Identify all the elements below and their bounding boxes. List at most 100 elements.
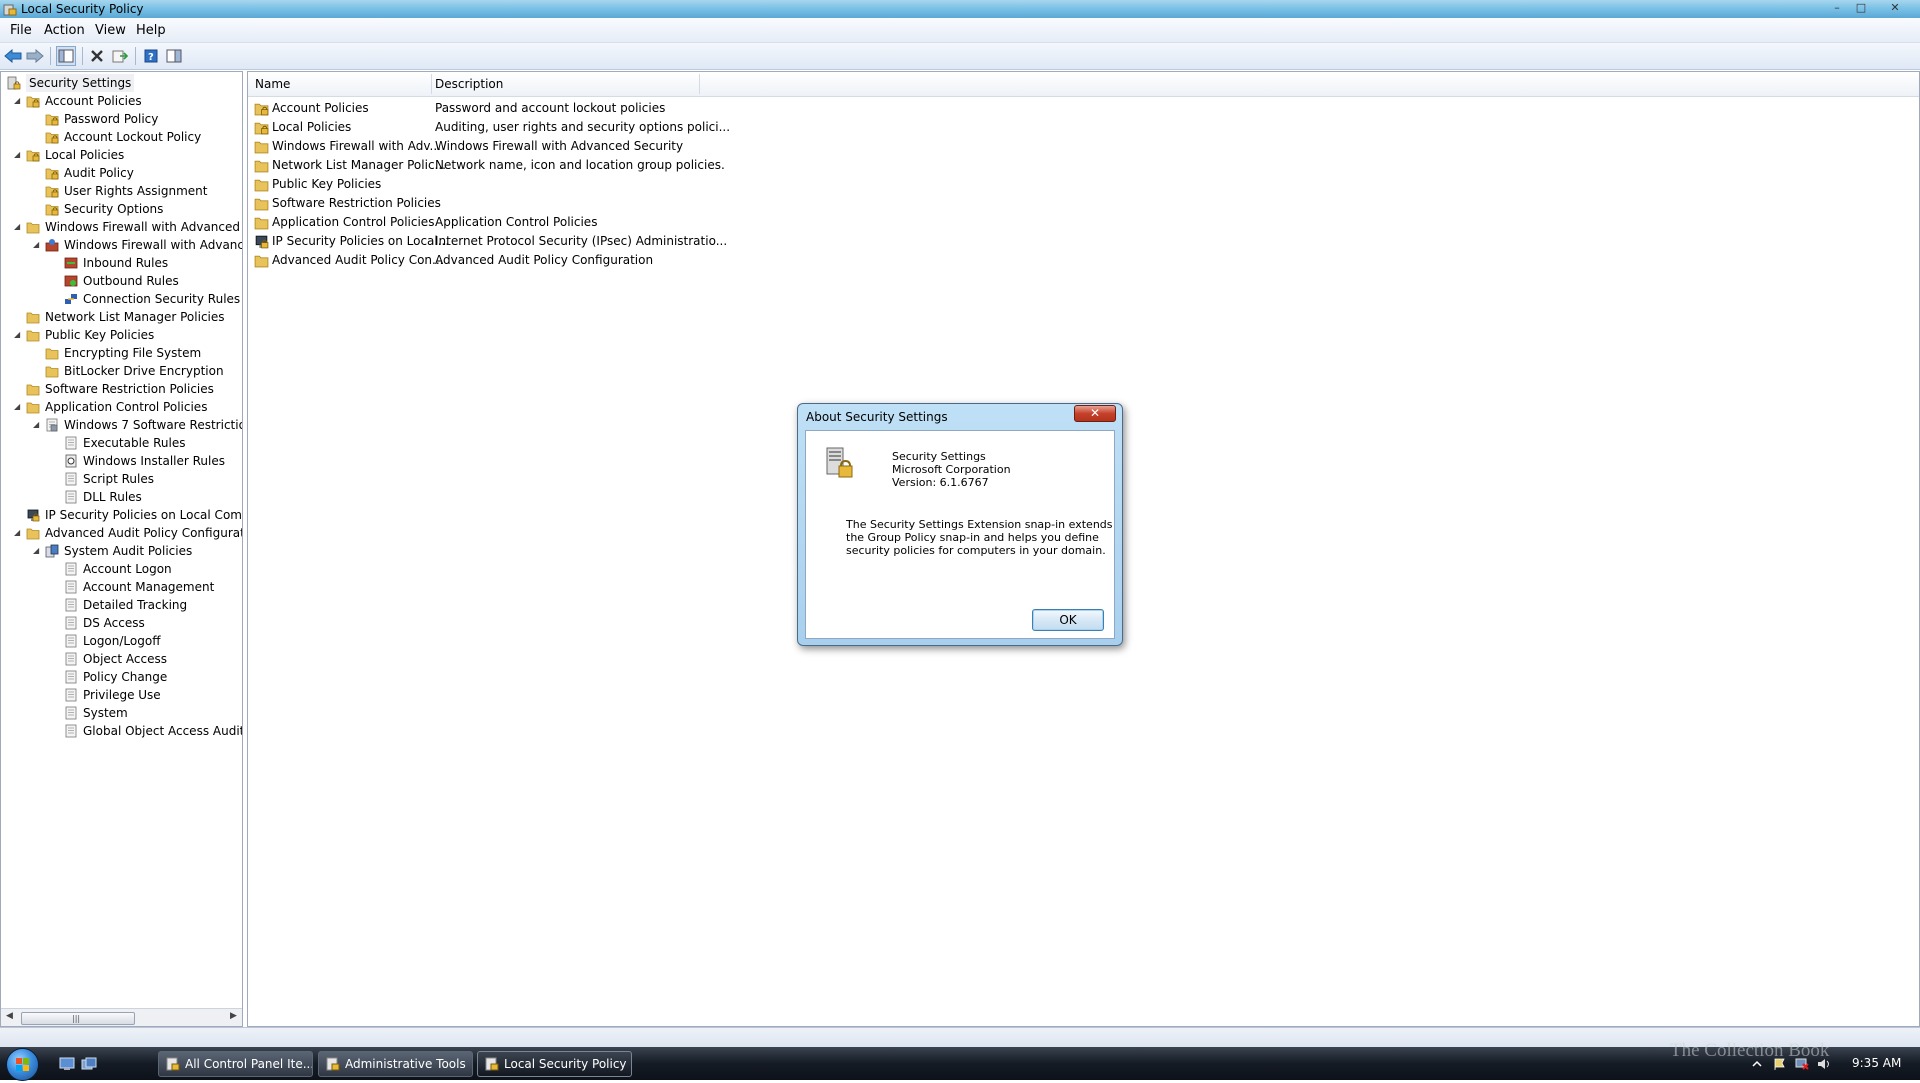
- audit-category-icon: [65, 706, 77, 720]
- tree-item-label: Windows Firewall with Advanced Secu: [45, 220, 242, 234]
- dialog-close-button[interactable]: ✕: [1074, 405, 1116, 422]
- expand-arrow-icon[interactable]: ◢: [14, 146, 20, 164]
- menu-help[interactable]: Help: [136, 23, 166, 38]
- audit-policies-icon: [45, 544, 59, 558]
- dialog-product-name: Security Settings: [892, 450, 986, 463]
- show-desktop-icon[interactable]: [59, 1057, 75, 1070]
- expand-arrow-icon[interactable]: ◢: [14, 218, 20, 236]
- control-panel-icon: [166, 1057, 180, 1071]
- folder-icon: [26, 330, 40, 342]
- tree-horizontal-scrollbar[interactable]: ◀ ||| ▶: [1, 1008, 242, 1026]
- scroll-right-arrow-icon[interactable]: ▶: [230, 1011, 237, 1021]
- about-dialog: About Security Settings ✕ Security Setti…: [797, 403, 1123, 646]
- tree-item-label: Network List Manager Policies: [45, 310, 225, 324]
- tree-item-label: Software Restriction Policies: [45, 382, 214, 396]
- expand-arrow-icon[interactable]: ◢: [33, 416, 39, 434]
- audit-category-icon: [65, 562, 77, 576]
- audit-category-icon: [65, 724, 77, 738]
- menu-file[interactable]: File: [10, 23, 32, 38]
- taskbar-button-label: All Control Panel Ite...: [185, 1057, 313, 1071]
- menu-bar: File Action View Help: [0, 18, 1920, 43]
- close-window-button[interactable]: ✕: [1884, 1, 1906, 15]
- expand-arrow-icon[interactable]: ◢: [33, 236, 39, 254]
- folder-lock-icon: [45, 132, 59, 144]
- folder-lock-icon: [26, 150, 40, 162]
- tree-item-label: DS Access: [83, 616, 145, 630]
- list-item[interactable]: Advanced Audit Policy Con... Advanced Aud…: [248, 251, 1919, 270]
- list-item-name: Local Policies: [272, 120, 352, 134]
- connection-security-icon: [65, 294, 77, 304]
- tree-item-label: Account Logon: [83, 562, 172, 576]
- list-item[interactable]: Software Restriction Policies: [248, 194, 1919, 213]
- window-title-bar[interactable]: Local Security Policy – □ ✕: [0, 0, 1920, 18]
- column-header-name[interactable]: Name: [255, 77, 290, 91]
- minimize-button[interactable]: –: [1826, 1, 1848, 15]
- tree-item-label: Detailed Tracking: [83, 598, 188, 612]
- outbound-rules-icon: [64, 275, 78, 287]
- folder-icon: [26, 312, 40, 324]
- menu-view[interactable]: View: [95, 23, 126, 38]
- show-hide-action-pane-icon[interactable]: [164, 46, 184, 66]
- tree-item-label: Account Management: [83, 580, 215, 594]
- svg-text:?: ?: [148, 52, 154, 63]
- maximize-button[interactable]: □: [1850, 1, 1872, 15]
- system-clock[interactable]: 9:35 AM: [1852, 1056, 1901, 1070]
- tree-item-label: Advanced Audit Policy Configuration: [45, 526, 243, 540]
- expand-arrow-icon[interactable]: ◢: [14, 92, 20, 110]
- audit-category-icon: [65, 598, 77, 612]
- list-item[interactable]: Local Policies Auditing, user rights and …: [248, 118, 1919, 137]
- tree-item-label: Inbound Rules: [83, 256, 169, 270]
- back-arrow-icon[interactable]: [3, 46, 23, 66]
- dialog-description-line-2: the Group Policy snap-in and helps you d…: [846, 531, 1099, 544]
- folder-icon: [254, 198, 269, 211]
- list-item[interactable]: Application Control Policies Application …: [248, 213, 1919, 232]
- expand-arrow-icon[interactable]: ◢: [14, 524, 20, 542]
- export-list-icon[interactable]: [110, 46, 130, 66]
- expand-arrow-icon[interactable]: ◢: [33, 542, 39, 560]
- menu-action[interactable]: Action: [44, 23, 85, 38]
- show-hide-tree-icon[interactable]: [56, 46, 76, 66]
- ok-button[interactable]: OK: [1032, 609, 1104, 631]
- security-settings-icon: [7, 76, 21, 90]
- switch-windows-icon[interactable]: [81, 1057, 97, 1070]
- admin-tools-icon: [326, 1057, 340, 1071]
- tree-item-label: Encrypting File System: [64, 346, 202, 360]
- expand-arrow-icon[interactable]: ◢: [14, 326, 20, 344]
- taskbar-button[interactable]: Local Security Policy: [477, 1051, 632, 1077]
- tree-item-label: System: [83, 706, 128, 720]
- list-item-name: Public Key Policies: [272, 177, 382, 191]
- folder-icon: [26, 528, 40, 540]
- list-item[interactable]: Windows Firewall with Adv... Windows Fire…: [248, 137, 1919, 156]
- scroll-left-arrow-icon[interactable]: ◀: [6, 1011, 13, 1021]
- taskbar-button[interactable]: All Control Panel Ite...: [158, 1051, 313, 1077]
- tree-item-label: Windows Installer Rules: [83, 454, 226, 468]
- console-tree[interactable]: Security Settings ◢ Account Policies Passwo…: [0, 71, 243, 1027]
- list-item[interactable]: Account Policies Password and account loc…: [248, 99, 1919, 118]
- start-button[interactable]: [6, 1048, 39, 1081]
- tree-item-label: Security Options: [64, 202, 164, 216]
- rules-icon: [65, 490, 77, 504]
- taskbar-button[interactable]: Administrative Tools: [318, 1051, 473, 1077]
- column-header-description[interactable]: Description: [435, 77, 503, 91]
- audit-category-icon: [65, 670, 77, 684]
- tree-item-label: Windows Firewall with Advanced: [64, 238, 243, 252]
- list-item[interactable]: Public Key Policies: [248, 175, 1919, 194]
- audit-category-icon: [65, 580, 77, 594]
- dialog-version: Version: 6.1.6767: [892, 476, 989, 489]
- help-icon[interactable]: ?: [141, 46, 161, 66]
- forward-arrow-icon[interactable]: [25, 46, 45, 66]
- folder-lock-icon: [26, 96, 40, 108]
- list-item[interactable]: Network List Manager Polic... Network nam…: [248, 156, 1919, 175]
- delete-icon[interactable]: [87, 46, 107, 66]
- ipsec-icon: [27, 509, 40, 522]
- tree-item-label: Privilege Use: [83, 688, 161, 702]
- scrollbar-thumb[interactable]: |||: [21, 1012, 135, 1025]
- tree-item-label: User Rights Assignment: [64, 184, 208, 198]
- list-item[interactable]: IP Security Policies on Local... Internet…: [248, 232, 1919, 251]
- windows-logo-icon: [16, 1058, 29, 1071]
- audit-category-icon: [65, 652, 77, 666]
- expand-arrow-icon[interactable]: ◢: [14, 398, 20, 416]
- list-item-name: Advanced Audit Policy Con...: [272, 253, 444, 267]
- folder-lock-icon: [254, 122, 269, 135]
- list-item-description: Network name, icon and location group po…: [435, 158, 725, 172]
